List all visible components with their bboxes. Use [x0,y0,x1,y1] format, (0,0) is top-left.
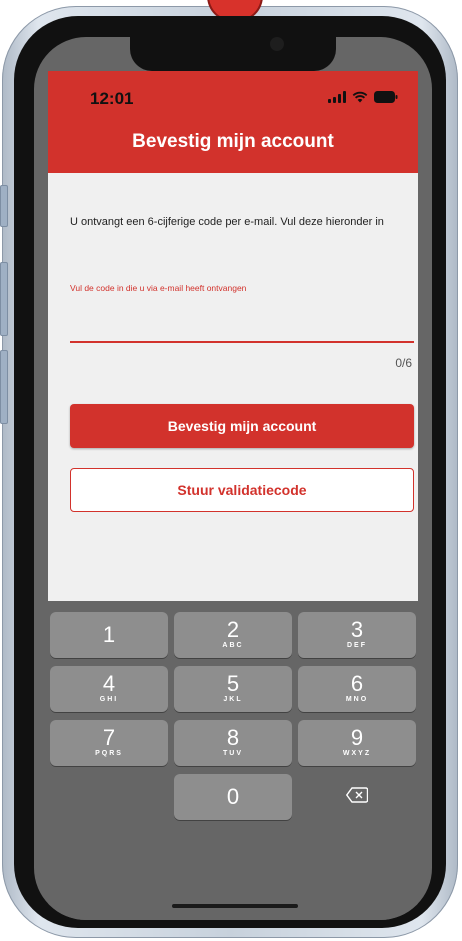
page-title: Bevestig mijn account [132,131,334,152]
status-icons [328,91,398,103]
app-screen: 12:01 Bevestig mijn account U ontvangt e… [48,71,418,601]
key-9[interactable]: 9 WXYZ [298,720,416,766]
battery-icon [374,91,398,103]
volume-down-button [0,350,8,424]
app-header: 12:01 Bevestig mijn account [48,71,418,173]
key-8[interactable]: 8 TUV [174,720,292,766]
camera-icon [270,37,284,51]
resend-code-button[interactable]: Stuur validatiecode [70,468,414,512]
wifi-icon [352,91,368,103]
delete-backspace-icon [345,786,369,808]
key-0[interactable]: 0 [174,774,292,820]
key-1[interactable]: 1 [50,612,168,658]
status-time: 12:01 [90,89,134,108]
code-field-label: Vul de code in die u via e-mail heeft on… [70,283,247,293]
key-5[interactable]: 5 JKL [174,666,292,712]
phone-screen: 12:01 Bevestig mijn account U ontvangt e… [34,37,432,920]
volume-up-button [0,262,8,336]
key-6[interactable]: 6 MNO [298,666,416,712]
key-4[interactable]: 4 GHI [50,666,168,712]
notch [130,37,336,71]
mute-switch [0,185,8,227]
instruction-text: U ontvangt een 6-cijferige code per e-ma… [70,216,384,228]
home-indicator [172,904,298,908]
delete-key[interactable] [298,774,416,820]
key-2[interactable]: 2 ABC [174,612,292,658]
key-3[interactable]: 3 DEF [298,612,416,658]
character-counter: 0/6 [395,356,412,370]
signal-icon [328,91,346,103]
code-input[interactable] [70,311,414,343]
confirm-account-button[interactable]: Bevestig mijn account [70,404,414,448]
numeric-keypad: 1 2 ABC 3 DEF 4 GHI 5 JKL 6 MNO 7 PQRS 8… [48,601,418,920]
key-7[interactable]: 7 PQRS [50,720,168,766]
